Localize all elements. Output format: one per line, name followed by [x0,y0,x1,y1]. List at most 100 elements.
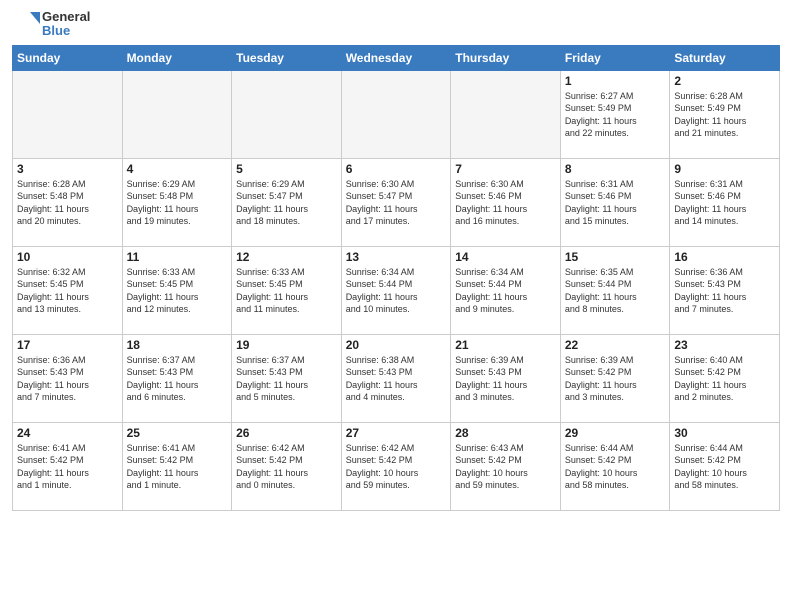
day-cell [232,70,342,158]
day-cell: 14Sunrise: 6:34 AM Sunset: 5:44 PM Dayli… [451,246,561,334]
day-cell: 1 Sunrise: 6:27 AM Sunset: 5:49 PM Daylig… [560,70,670,158]
day-cell: 18 Sunrise: 6:37 AM Sunset: 5:43 PM Dayli… [122,334,232,422]
day-cell: 21 Sunrise: 6:39 AM Sunset: 5:43 PM Dayli… [451,334,561,422]
week-row-4: 17 Sunrise: 6:36 AM Sunset: 5:43 PM Dayli… [13,334,780,422]
day-cell: 15 Sunrise: 6:35 AM Sunset: 5:44 PM Dayli… [560,246,670,334]
logo-text: General Blue [42,10,90,39]
day-info: Sunrise: 6:37 AM Sunset: 5:43 PM Dayligh… [236,354,337,404]
day-cell: 12 Sunrise: 6:33 AM Sunset: 5:45 PM Dayli… [232,246,342,334]
day-number: 5 [236,162,337,176]
day-info: Sunrise: 6:31 AM Sunset: 5:46 PM Dayligh… [674,178,775,228]
day-number: 25 [127,426,228,440]
day-number: 27 [346,426,447,440]
day-number: 1 [565,74,666,88]
day-info: Sunrise: 6:29 AM Sunset: 5:47 PM Dayligh… [236,178,337,228]
week-row-3: 10 Sunrise: 6:32 AM Sunset: 5:45 PM Dayli… [13,246,780,334]
day-info: Sunrise: 6:30 AM Sunset: 5:46 PM Dayligh… [455,178,556,228]
day-cell: 28 Sunrise: 6:43 AM Sunset: 5:42 PM Dayli… [451,422,561,510]
day-number: 7 [455,162,556,176]
day-number: 2 [674,74,775,88]
logo-container: General Blue [12,10,90,39]
day-info: Sunrise: 6:31 AM Sunset: 5:46 PM Dayligh… [565,178,666,228]
day-cell: 22Sunrise: 6:39 AM Sunset: 5:42 PM Dayli… [560,334,670,422]
day-info: Sunrise: 6:35 AM Sunset: 5:44 PM Dayligh… [565,266,666,316]
day-info: Sunrise: 6:39 AM Sunset: 5:43 PM Dayligh… [455,354,556,404]
day-info: Sunrise: 6:41 AM Sunset: 5:42 PM Dayligh… [127,442,228,492]
day-info: Sunrise: 6:27 AM Sunset: 5:49 PM Dayligh… [565,90,666,140]
day-info: Sunrise: 6:36 AM Sunset: 5:43 PM Dayligh… [17,354,118,404]
day-number: 15 [565,250,666,264]
logo-icon [12,10,40,38]
day-number: 12 [236,250,337,264]
day-cell: 20Sunrise: 6:38 AM Sunset: 5:43 PM Dayli… [341,334,451,422]
day-number: 10 [17,250,118,264]
day-number: 16 [674,250,775,264]
day-info: Sunrise: 6:28 AM Sunset: 5:48 PM Dayligh… [17,178,118,228]
day-cell: 4 Sunrise: 6:29 AM Sunset: 5:48 PM Daylig… [122,158,232,246]
day-info: Sunrise: 6:42 AM Sunset: 5:42 PM Dayligh… [236,442,337,492]
calendar-table: SundayMondayTuesdayWednesdayThursdayFrid… [12,45,780,511]
day-number: 8 [565,162,666,176]
weekday-header-wednesday: Wednesday [341,45,451,70]
weekday-header-sunday: Sunday [13,45,123,70]
day-cell: 5 Sunrise: 6:29 AM Sunset: 5:47 PM Daylig… [232,158,342,246]
weekday-header-row: SundayMondayTuesdayWednesdayThursdayFrid… [13,45,780,70]
day-number: 28 [455,426,556,440]
day-cell: 16 Sunrise: 6:36 AM Sunset: 5:43 PM Dayli… [670,246,780,334]
day-info: Sunrise: 6:44 AM Sunset: 5:42 PM Dayligh… [565,442,666,492]
day-info: Sunrise: 6:40 AM Sunset: 5:42 PM Dayligh… [674,354,775,404]
day-cell [13,70,123,158]
day-number: 14 [455,250,556,264]
day-cell: 24 Sunrise: 6:41 AM Sunset: 5:42 PM Dayli… [13,422,123,510]
day-info: Sunrise: 6:34 AM Sunset: 5:44 PM Dayligh… [346,266,447,316]
day-cell [451,70,561,158]
day-cell: 30 Sunrise: 6:44 AM Sunset: 5:42 PM Dayli… [670,422,780,510]
day-number: 17 [17,338,118,352]
day-number: 23 [674,338,775,352]
day-number: 6 [346,162,447,176]
day-cell [122,70,232,158]
day-info: Sunrise: 6:28 AM Sunset: 5:49 PM Dayligh… [674,90,775,140]
day-number: 29 [565,426,666,440]
page-header: General Blue [12,10,780,39]
day-cell: 9 Sunrise: 6:31 AM Sunset: 5:46 PM Daylig… [670,158,780,246]
weekday-header-tuesday: Tuesday [232,45,342,70]
day-info: Sunrise: 6:41 AM Sunset: 5:42 PM Dayligh… [17,442,118,492]
day-cell: 8 Sunrise: 6:31 AM Sunset: 5:46 PM Daylig… [560,158,670,246]
day-info: Sunrise: 6:36 AM Sunset: 5:43 PM Dayligh… [674,266,775,316]
day-cell: 26 Sunrise: 6:42 AM Sunset: 5:42 PM Dayli… [232,422,342,510]
day-cell: 3Sunrise: 6:28 AM Sunset: 5:48 PM Daylig… [13,158,123,246]
day-number: 21 [455,338,556,352]
day-cell: 10 Sunrise: 6:32 AM Sunset: 5:45 PM Dayli… [13,246,123,334]
day-number: 4 [127,162,228,176]
weekday-header-monday: Monday [122,45,232,70]
day-cell: 25 Sunrise: 6:41 AM Sunset: 5:42 PM Dayli… [122,422,232,510]
day-number: 18 [127,338,228,352]
day-info: Sunrise: 6:33 AM Sunset: 5:45 PM Dayligh… [127,266,228,316]
weekday-header-saturday: Saturday [670,45,780,70]
day-number: 30 [674,426,775,440]
day-info: Sunrise: 6:29 AM Sunset: 5:48 PM Dayligh… [127,178,228,228]
day-info: Sunrise: 6:33 AM Sunset: 5:45 PM Dayligh… [236,266,337,316]
calendar-page: General Blue SundayMondayTuesdayWednesda… [0,0,792,612]
day-cell: 19 Sunrise: 6:37 AM Sunset: 5:43 PM Dayli… [232,334,342,422]
day-info: Sunrise: 6:43 AM Sunset: 5:42 PM Dayligh… [455,442,556,492]
logo-blue: Blue [42,24,90,38]
day-cell: 7 Sunrise: 6:30 AM Sunset: 5:46 PM Daylig… [451,158,561,246]
day-cell: 27 Sunrise: 6:42 AM Sunset: 5:42 PM Dayli… [341,422,451,510]
day-number: 11 [127,250,228,264]
day-cell: 6Sunrise: 6:30 AM Sunset: 5:47 PM Daylig… [341,158,451,246]
day-number: 9 [674,162,775,176]
day-info: Sunrise: 6:37 AM Sunset: 5:43 PM Dayligh… [127,354,228,404]
day-info: Sunrise: 6:32 AM Sunset: 5:45 PM Dayligh… [17,266,118,316]
day-cell: 11 Sunrise: 6:33 AM Sunset: 5:45 PM Dayli… [122,246,232,334]
week-row-2: 3Sunrise: 6:28 AM Sunset: 5:48 PM Daylig… [13,158,780,246]
day-info: Sunrise: 6:44 AM Sunset: 5:42 PM Dayligh… [674,442,775,492]
day-number: 24 [17,426,118,440]
day-number: 26 [236,426,337,440]
day-number: 19 [236,338,337,352]
day-info: Sunrise: 6:42 AM Sunset: 5:42 PM Dayligh… [346,442,447,492]
day-number: 20 [346,338,447,352]
day-cell [341,70,451,158]
day-number: 22 [565,338,666,352]
